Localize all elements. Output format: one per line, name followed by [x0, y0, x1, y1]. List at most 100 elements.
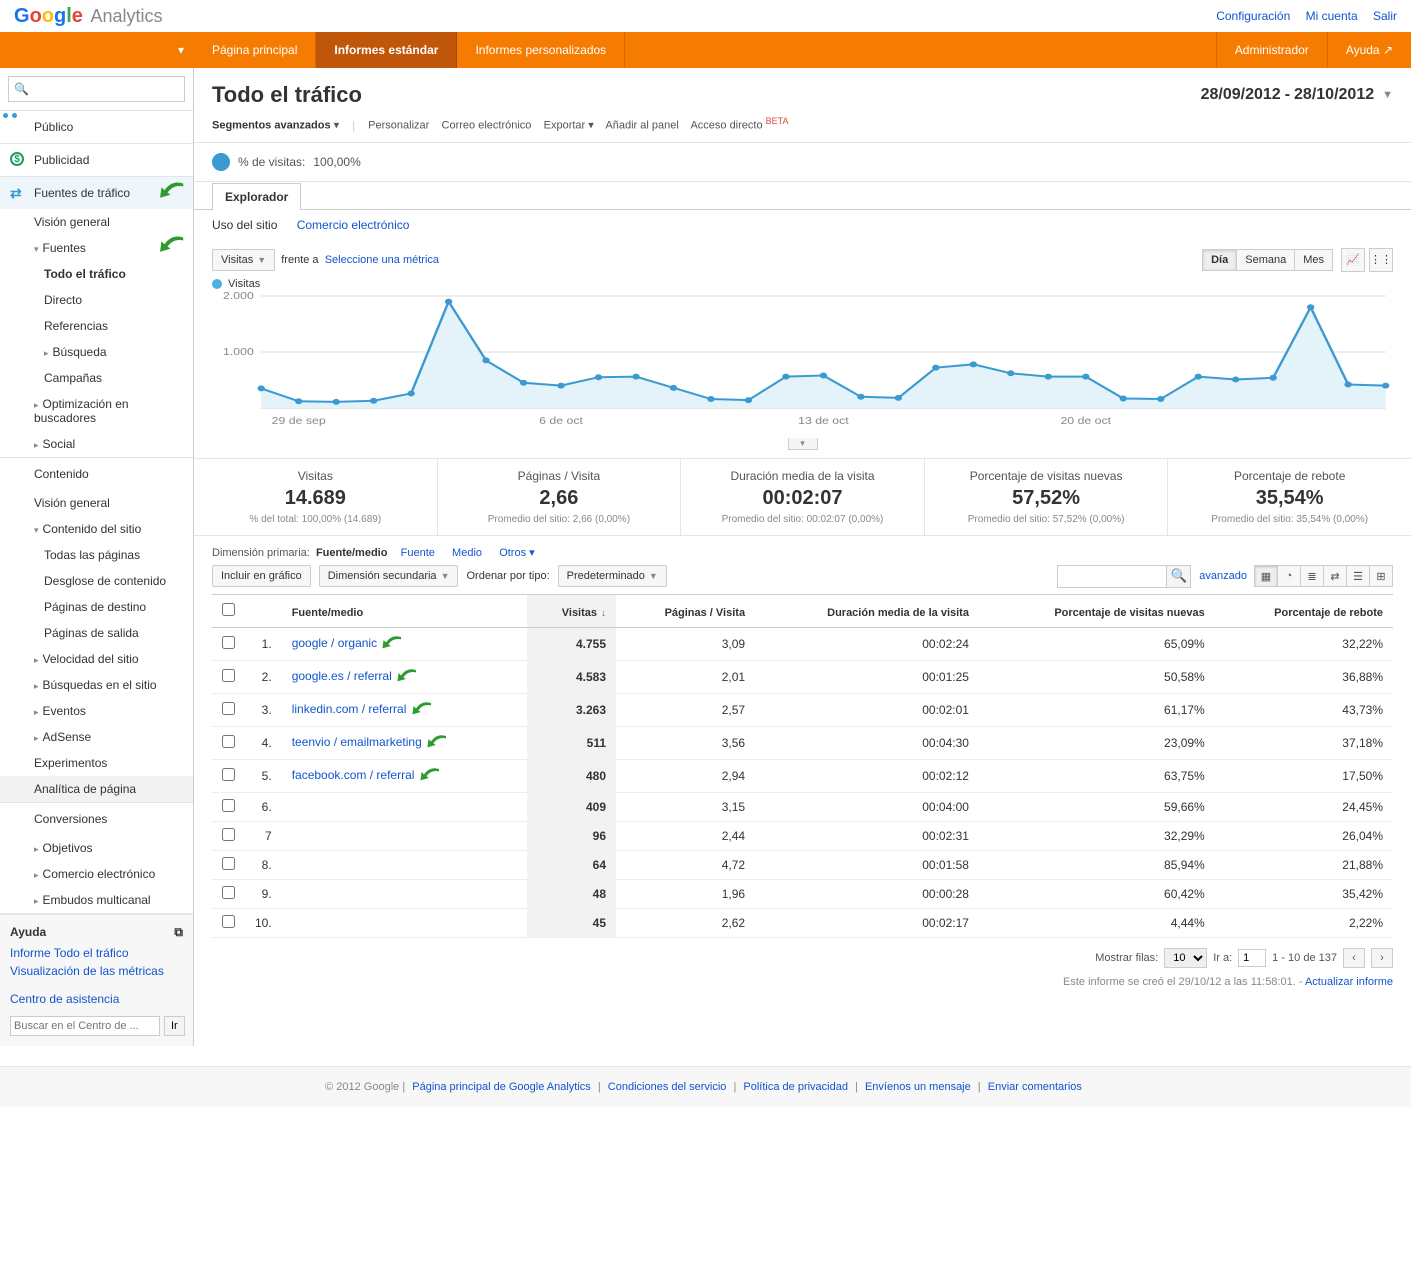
col-fuente[interactable]: Fuente/medio [282, 594, 527, 627]
sidebar-directo[interactable]: Directo [0, 287, 193, 313]
help-link-center[interactable]: Centro de asistencia [10, 990, 183, 1008]
col-dur[interactable]: Duración media de la visita [755, 594, 979, 627]
sidebar-cs-sitio[interactable]: Contenido del sitio [0, 516, 193, 542]
sidebar-social[interactable]: Social [0, 431, 193, 457]
table-row[interactable]: 3.linkedin.com / referral 3.2632,5700:02… [212, 693, 1393, 726]
source-link[interactable]: google.es / referral [292, 669, 392, 683]
table-row[interactable]: 9. 481,9600:00:2860,42%35,42% [212, 879, 1393, 908]
sidebar-cs-todas[interactable]: Todas las páginas [0, 542, 193, 568]
link-config[interactable]: Configuración [1216, 9, 1290, 23]
view-table-icon[interactable]: ▦ [1254, 565, 1278, 587]
sidebar-fuentes[interactable]: Fuentes [0, 235, 193, 261]
action-personalizar[interactable]: Personalizar [368, 120, 429, 132]
sidebar-ecom[interactable]: Comercio electrónico [0, 861, 193, 887]
table-row[interactable]: 2.google.es / referral 4.5832,0100:01:25… [212, 660, 1393, 693]
dim-otros[interactable]: Otros ▾ [499, 547, 534, 559]
sidebar-velocidad[interactable]: Velocidad del sitio [0, 646, 193, 672]
subtab-uso[interactable]: Uso del sitio [212, 218, 277, 232]
help-search-input[interactable] [10, 1016, 160, 1036]
nav-dropdown[interactable]: ▾ [0, 32, 194, 68]
metric-selector[interactable]: Visitas▼ [212, 249, 275, 271]
gran-dia[interactable]: Día [1202, 249, 1237, 271]
source-link[interactable]: facebook.com / referral [292, 768, 415, 782]
table-search-input[interactable] [1057, 565, 1167, 588]
sidebar-eventos[interactable]: Eventos [0, 698, 193, 724]
col-rebote[interactable]: Porcentaje de rebote [1215, 594, 1393, 627]
row-checkbox[interactable] [222, 669, 235, 682]
row-checkbox[interactable] [222, 735, 235, 748]
table-row[interactable]: 10. 452,6200:02:174,44%2,22% [212, 908, 1393, 937]
help-link-metrics[interactable]: Visualización de las métricas [10, 962, 183, 980]
gran-mes[interactable]: Mes [1294, 249, 1333, 271]
action-segmentos[interactable]: Segmentos avanzados [212, 120, 331, 132]
source-link[interactable]: linkedin.com / referral [292, 702, 407, 716]
col-nuevas[interactable]: Porcentaje de visitas nuevas [979, 594, 1215, 627]
sidebar-referencias[interactable]: Referencias [0, 313, 193, 339]
view-bar-icon[interactable]: ≣ [1300, 565, 1324, 587]
table-row[interactable]: 5.facebook.com / referral 4802,9400:02:1… [212, 759, 1393, 792]
sidebar-cs-desglose[interactable]: Desglose de contenido [0, 568, 193, 594]
advanced-link[interactable]: avanzado [1199, 570, 1247, 582]
sidebar-todo-trafico[interactable]: Todo el tráfico [0, 261, 193, 287]
nav-custom-reports[interactable]: Informes personalizados [457, 32, 625, 68]
sidebar-contenido[interactable]: Contenido [0, 458, 193, 490]
view-compare-icon[interactable]: ⇄ [1323, 565, 1347, 587]
date-range-picker[interactable]: 28/09/2012 - 28/10/2012 ▼ [1201, 86, 1393, 104]
col-pages[interactable]: Páginas / Visita [616, 594, 755, 627]
footer-link-privacy[interactable]: Política de privacidad [743, 1081, 848, 1093]
subtab-ecom[interactable]: Comercio electrónico [297, 218, 410, 232]
help-popout-icon[interactable]: ⧉ [174, 925, 183, 940]
dim-fuente[interactable]: Fuente [401, 547, 435, 559]
sidebar-objetivos[interactable]: Objetivos [0, 835, 193, 861]
sidebar-publico[interactable]: Público [0, 111, 193, 143]
row-checkbox[interactable] [222, 702, 235, 715]
table-row[interactable]: 1.google / organic 4.7553,0900:02:2465,0… [212, 627, 1393, 660]
secondary-dimension-button[interactable]: Dimensión secundaria ▼ [319, 565, 459, 587]
pager-next-button[interactable]: › [1371, 948, 1393, 968]
source-link[interactable]: teenvio / emailmarketing [292, 735, 422, 749]
nav-home[interactable]: Página principal [194, 32, 316, 68]
view-pivot-icon[interactable]: ⊞ [1369, 565, 1393, 587]
footer-link-terms[interactable]: Condiciones del servicio [608, 1081, 727, 1093]
sidebar-seo[interactable]: Optimización en buscadores [0, 391, 193, 431]
row-checkbox[interactable] [222, 886, 235, 899]
header-checkbox[interactable] [222, 603, 235, 616]
action-panel[interactable]: Añadir al panel [605, 120, 678, 132]
sidebar-cs-salida[interactable]: Páginas de salida [0, 620, 193, 646]
row-checkbox[interactable] [222, 828, 235, 841]
tab-explorador[interactable]: Explorador [212, 183, 301, 210]
help-link-report[interactable]: Informe Todo el tráfico [10, 944, 183, 962]
row-checkbox[interactable] [222, 636, 235, 649]
sidebar-analitica[interactable]: Analítica de página [0, 776, 193, 802]
dim-medio[interactable]: Medio [452, 547, 482, 559]
action-correo[interactable]: Correo electrónico [442, 120, 532, 132]
source-link[interactable]: google / organic [292, 636, 377, 650]
table-row[interactable]: 8. 644,7200:01:5885,94%21,88% [212, 850, 1393, 879]
pager-prev-button[interactable]: ‹ [1343, 948, 1365, 968]
chart-expand-handle[interactable]: ▾ [788, 438, 818, 450]
pager-rows-select[interactable]: 10 [1164, 948, 1207, 968]
sidebar-embudos[interactable]: Embudos multicanal [0, 887, 193, 913]
footer-link-contact[interactable]: Envíenos un mensaje [865, 1081, 971, 1093]
action-exportar[interactable]: Exportar ▾ [544, 120, 594, 132]
sidebar-conversiones[interactable]: Conversiones [0, 803, 193, 835]
chart-type-motion-icon[interactable]: ⋮⋮ [1369, 248, 1393, 272]
include-chart-button[interactable]: Incluir en gráfico [212, 565, 311, 587]
sort-type-button[interactable]: Predeterminado ▼ [558, 565, 667, 587]
refresh-report-link[interactable]: Actualizar informe [1305, 976, 1393, 988]
sidebar-busqueda[interactable]: Búsqueda [0, 339, 193, 365]
view-term-icon[interactable]: ☰ [1346, 565, 1370, 587]
table-row[interactable]: 4.teenvio / emailmarketing 5113,5600:04:… [212, 726, 1393, 759]
row-checkbox[interactable] [222, 857, 235, 870]
nav-admin[interactable]: Administrador [1216, 32, 1327, 68]
footer-link-home[interactable]: Página principal de Google Analytics [412, 1081, 591, 1093]
nav-help[interactable]: Ayuda ↗ [1327, 32, 1411, 68]
link-account[interactable]: Mi cuenta [1306, 9, 1358, 23]
sidebar-cs-destino[interactable]: Páginas de destino [0, 594, 193, 620]
action-acceso[interactable]: Acceso directo [690, 120, 762, 132]
row-checkbox[interactable] [222, 915, 235, 928]
row-checkbox[interactable] [222, 799, 235, 812]
sidebar-adsense[interactable]: AdSense [0, 724, 193, 750]
nav-standard-reports[interactable]: Informes estándar [316, 32, 457, 68]
sidebar-busquedas[interactable]: Búsquedas en el sitio [0, 672, 193, 698]
